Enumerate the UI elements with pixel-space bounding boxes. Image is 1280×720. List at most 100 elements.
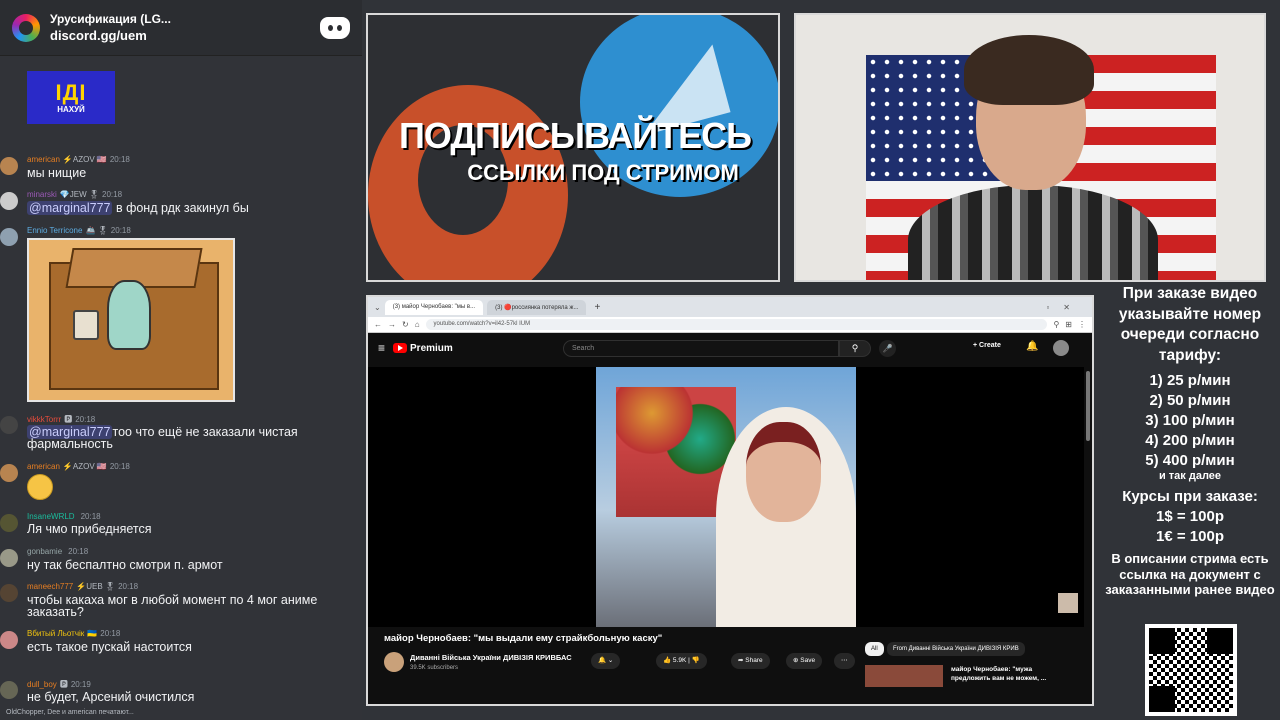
username[interactable]: american (27, 462, 60, 471)
username[interactable]: dull_boy (27, 680, 57, 689)
typing-indicator: OldChopper, Dee и american печатают... (6, 709, 134, 716)
tab-list-icon[interactable]: ⌄ (374, 303, 381, 312)
hamburger-menu-icon[interactable]: ≡ (378, 341, 385, 355)
username[interactable]: minarski (27, 190, 57, 199)
new-tab-icon[interactable]: + (594, 302, 600, 313)
banner-image: ІДІ НАХУЙ (27, 71, 115, 124)
chip-from-channel[interactable]: From Диванні Війська України ДИВІЗІЯ КРИ… (887, 642, 1025, 656)
like-button[interactable]: 👍 5.9K | 👎 (656, 653, 707, 669)
avatar[interactable] (0, 416, 18, 434)
role-tag: ⚡AZOV 🇺🇸 (62, 155, 107, 164)
browser-window: ⌄ (3) майор Чернобаев: "мы в... (3) 🔴рос… (366, 295, 1094, 706)
price-item: 1) 25 р/мин (1149, 372, 1231, 389)
username[interactable]: maneech777 (27, 582, 73, 591)
timestamp: 20:19 (70, 680, 91, 689)
qr-code-icon[interactable] (1145, 624, 1237, 716)
video-frame (596, 367, 856, 627)
notifications-bell-icon[interactable]: 🔔 (1026, 341, 1038, 352)
avatar[interactable] (0, 631, 18, 649)
cartoon-character (107, 280, 151, 350)
price-item: 5) 400 р/мин (1145, 452, 1235, 469)
woman-face (746, 422, 821, 522)
avatar[interactable] (0, 228, 18, 246)
create-label: Create (979, 342, 1001, 349)
timestamp: 20:18 (110, 226, 131, 235)
video-player[interactable] (368, 367, 1084, 627)
recommended-thumbnail[interactable] (865, 665, 943, 687)
page-scrollbar[interactable] (1086, 371, 1090, 441)
home-icon[interactable]: ⌂ (415, 320, 420, 329)
message-text: @marginal777 тоо что ещё не заказали чист… (27, 425, 357, 450)
username[interactable]: american (27, 155, 60, 164)
save-button[interactable]: ⊕ Save (786, 653, 823, 669)
price-item: 3) 100 р/мин (1145, 412, 1235, 429)
back-icon[interactable]: ← (374, 320, 382, 329)
subscribe-bell-button[interactable]: 🔔 ⌄ (591, 653, 621, 669)
username[interactable]: Ennio Terricone (27, 226, 82, 235)
username[interactable]: InsaneWRLD (27, 512, 75, 521)
message-text: есть такое пускай настоится (27, 640, 192, 654)
create-button[interactable]: + Create (973, 342, 1001, 349)
channel-name[interactable]: Диванні Війська України ДИВІЗІЯ КРИВБАС (410, 653, 572, 662)
user-mention[interactable]: @marginal777 (27, 201, 113, 215)
search-input[interactable]: Search (563, 340, 839, 357)
recommended-title[interactable]: майор Чернобаев: "мужа предложить вам не… (951, 665, 1061, 683)
server-header[interactable]: Урусификация (LG... discord.gg/uem (0, 0, 362, 56)
username[interactable]: Вбитый Льотчік (27, 629, 84, 638)
timestamp: 20:18 (109, 155, 130, 164)
thumbs-down-icon: 👎 (691, 657, 700, 664)
avatar[interactable] (0, 584, 18, 602)
role-tag: 🇺🇦 (87, 629, 98, 638)
role-tag: 🚢 🎖 (85, 226, 108, 235)
promo-banner: ПОДПИСЫВАЙТЕСЬ ССЫЛКИ ПОД СТРИМОМ (366, 13, 780, 282)
thumbs-up-icon: 👍 (663, 657, 672, 664)
window-controls[interactable]: ▫✕ (1046, 303, 1092, 312)
avatar[interactable] (0, 157, 18, 175)
streamer-hair (964, 35, 1094, 105)
course-usd: 1$ = 100р (1156, 508, 1224, 525)
browser-tab[interactable]: (3) 🔴россиянка потеряла ж... (487, 299, 587, 315)
timestamp: 20:18 (68, 547, 89, 556)
server-icon (12, 13, 40, 42)
avatar[interactable] (0, 514, 18, 532)
account-avatar[interactable] (1053, 340, 1069, 356)
avatar[interactable] (0, 464, 18, 482)
username[interactable]: gonbamie (27, 547, 62, 556)
reload-icon[interactable]: ↻ (402, 320, 409, 329)
price-etc: и так далее (1158, 470, 1222, 482)
stream-layout: Урусификация (LG... discord.gg/uem ІДІ Н… (0, 0, 1280, 720)
forward-icon[interactable]: → (388, 320, 396, 329)
share-icon: ➦ (738, 657, 744, 664)
role-tag: 🅿 (59, 680, 68, 689)
more-actions-button[interactable]: ⋯ (834, 653, 855, 669)
avatar[interactable] (0, 192, 18, 210)
share-button[interactable]: ➦ Share (731, 653, 770, 669)
browser-tab-active[interactable]: (3) майор Чернобаев: "мы в... (384, 299, 484, 315)
message-text: мы нищие (27, 166, 87, 180)
address-bar: ← → ↻ ⌂ youtube.com/watch?v=il42-57kl IU… (368, 317, 1092, 333)
avatar[interactable] (0, 549, 18, 567)
order-heading: При заказе видео указывайте номер очеред… (1118, 285, 1262, 364)
zoom-icon[interactable]: ⚲ (1053, 320, 1059, 329)
server-invite-link[interactable]: discord.gg/uem (50, 28, 320, 43)
url-field[interactable]: youtube.com/watch?v=il42-57kl IUM (425, 319, 1048, 330)
like-count: 5.9K (672, 657, 687, 664)
banner-big-text: ІДІ (55, 80, 87, 105)
menu-icon[interactable]: ⋮ (1078, 320, 1086, 329)
username[interactable]: vikkkTorrr (27, 415, 61, 424)
attached-image[interactable] (27, 238, 235, 402)
promo-subline: ССЫЛКИ ПОД СТРИМОМ (467, 160, 739, 185)
channel-watermark[interactable] (1058, 593, 1078, 613)
channel-avatar[interactable] (384, 652, 404, 672)
video-title: майор Чернобаев: "мы выдали ему страйкбо… (384, 633, 663, 644)
search-icon[interactable]: ⚲ (839, 340, 871, 357)
youtube-logo[interactable]: Premium (393, 343, 453, 354)
chip-all[interactable]: All (865, 642, 884, 656)
microphone-icon[interactable]: 🎤 (879, 340, 896, 357)
role-tag: ⚡AZOV 🇺🇸 (62, 462, 107, 471)
banner-small-text: НАХУЙ (57, 105, 85, 114)
mug (73, 310, 99, 340)
extensions-icon[interactable]: ⊞ (1065, 320, 1072, 329)
avatar[interactable] (0, 681, 18, 699)
promo-headline: ПОДПИСЫВАЙТЕСЬ (399, 115, 752, 156)
